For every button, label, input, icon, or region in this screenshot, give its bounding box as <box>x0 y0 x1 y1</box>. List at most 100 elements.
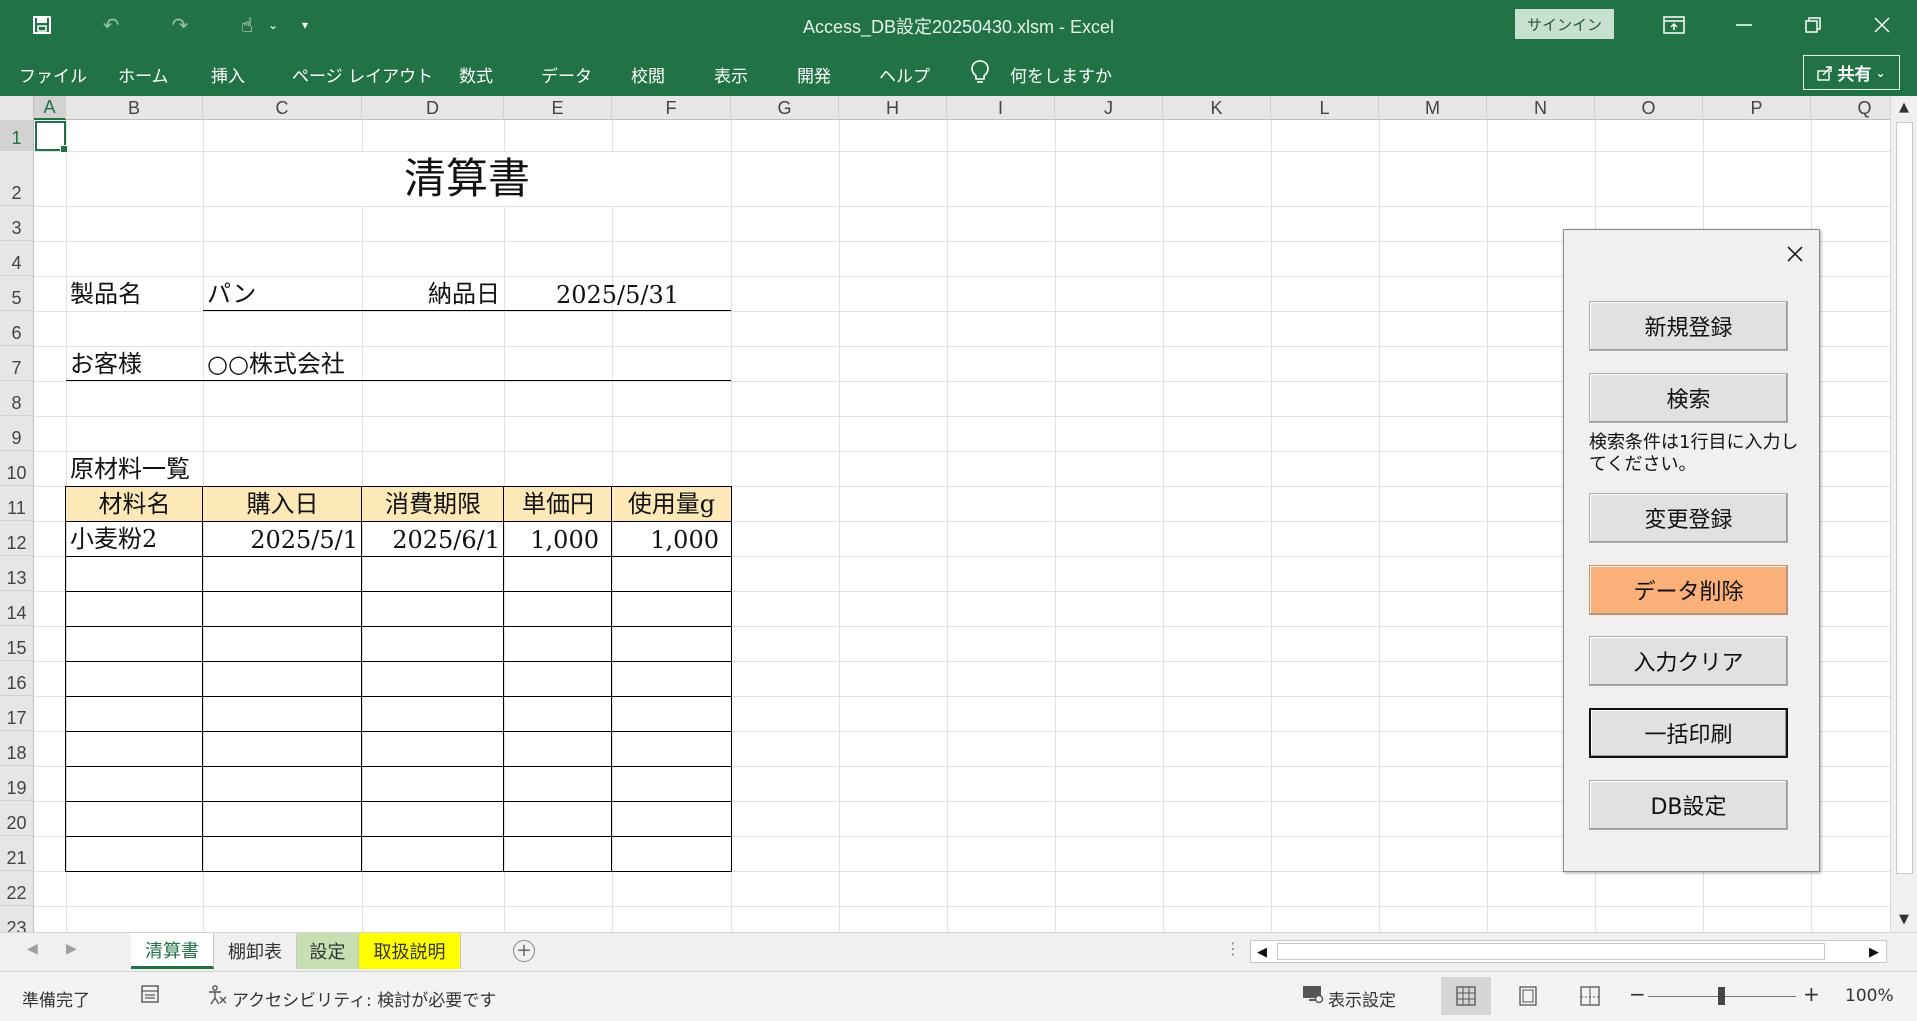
row-header-14[interactable]: 14 <box>0 591 34 626</box>
select-all-corner[interactable] <box>0 96 34 120</box>
table-header-material[interactable]: 材料名 <box>66 486 203 521</box>
sheet-tab-settings[interactable]: 設定 <box>297 933 359 969</box>
column-header-q[interactable]: Q <box>1811 96 1890 120</box>
tab-help[interactable]: ヘルプ <box>879 62 930 87</box>
row-header-19[interactable]: 19 <box>0 766 34 801</box>
tab-data[interactable]: データ <box>541 62 592 87</box>
column-header-b[interactable]: B <box>66 96 203 120</box>
delete-data-button[interactable]: データ削除 <box>1589 565 1788 615</box>
sheet-tab-inventory[interactable]: 棚卸表 <box>214 933 297 969</box>
column-header-g[interactable]: G <box>731 96 839 120</box>
table-cell-usage[interactable]: 1,000 <box>612 521 719 556</box>
table-cell-unit-price[interactable]: 1,000 <box>504 521 599 556</box>
column-header-e[interactable]: E <box>504 96 612 120</box>
delivery-value[interactable]: 2025/5/31 <box>504 276 731 311</box>
db-settings-button[interactable]: DB設定 <box>1589 780 1788 830</box>
customer-value[interactable]: ○○株式会社 <box>207 346 345 381</box>
macro-record-icon[interactable] <box>140 984 160 1009</box>
prev-sheet-icon[interactable]: ◀ <box>27 941 38 957</box>
product-value[interactable]: パン <box>207 276 256 311</box>
table-cell-material[interactable]: 小麦粉2 <box>70 521 157 556</box>
page-break-preview-icon[interactable] <box>1565 977 1615 1015</box>
column-header-d[interactable]: D <box>362 96 504 120</box>
row-header-3[interactable]: 3 <box>0 206 34 241</box>
column-header-o[interactable]: O <box>1595 96 1703 120</box>
zoom-slider-thumb[interactable] <box>1718 987 1725 1005</box>
signin-button[interactable]: サインイン <box>1515 9 1614 39</box>
accessibility-status[interactable]: アクセシビリティ: 検討が必要です <box>232 986 496 1011</box>
display-settings-label[interactable]: 表示設定 <box>1328 986 1396 1011</box>
row-header-1[interactable]: 1 <box>0 120 34 151</box>
clear-input-button[interactable]: 入力クリア <box>1589 636 1788 686</box>
tab-formulas[interactable]: 数式 <box>459 62 493 87</box>
row-header-20[interactable]: 20 <box>0 801 34 836</box>
materials-heading[interactable]: 原材料一覧 <box>70 451 190 486</box>
close-window-icon[interactable] <box>1865 10 1899 40</box>
tab-page-layout[interactable]: ページ レイアウト <box>292 62 433 87</box>
scroll-right-icon[interactable]: ▶ <box>1864 942 1884 962</box>
tab-home[interactable]: ホーム <box>118 62 169 87</box>
batch-print-button[interactable]: 一括印刷 <box>1589 708 1788 758</box>
column-header-m[interactable]: M <box>1379 96 1487 120</box>
vertical-scrollbar[interactable]: ▲ ▼ <box>1890 96 1917 932</box>
table-header-unit-price[interactable]: 単価円 <box>504 486 612 521</box>
table-header-purchase-date[interactable]: 購入日 <box>203 486 362 521</box>
table-header-expiry[interactable]: 消費期限 <box>362 486 504 521</box>
lightbulb-icon[interactable] <box>970 59 990 90</box>
row-header-11[interactable]: 11 <box>0 486 34 521</box>
tell-me-search[interactable]: 何をしますか <box>1010 62 1112 87</box>
column-header-c[interactable]: C <box>203 96 362 120</box>
scroll-left-icon[interactable]: ◀ <box>1252 942 1272 962</box>
scroll-up-icon[interactable]: ▲ <box>1895 98 1913 116</box>
zoom-out-icon[interactable]: − <box>1629 982 1646 1006</box>
row-header-9[interactable]: 9 <box>0 416 34 451</box>
row-header-7[interactable]: 7 <box>0 346 34 381</box>
column-header-f[interactable]: F <box>612 96 731 120</box>
accessibility-icon[interactable] <box>206 984 228 1011</box>
row-header-23[interactable]: 23 <box>0 906 34 932</box>
zoom-level[interactable]: 100% <box>1845 986 1894 1006</box>
restore-icon[interactable] <box>1796 10 1830 40</box>
update-register-button[interactable]: 変更登録 <box>1589 493 1788 543</box>
row-header-16[interactable]: 16 <box>0 661 34 696</box>
row-header-8[interactable]: 8 <box>0 381 34 416</box>
tab-view[interactable]: 表示 <box>714 62 748 87</box>
page-layout-view-icon[interactable] <box>1503 977 1553 1015</box>
product-label[interactable]: 製品名 <box>70 276 142 311</box>
row-header-21[interactable]: 21 <box>0 836 34 871</box>
scroll-down-icon[interactable]: ▼ <box>1895 910 1913 928</box>
column-header-j[interactable]: J <box>1055 96 1163 120</box>
table-cell-expiry[interactable]: 2025/6/1 <box>362 521 500 556</box>
tab-splitter-icon[interactable]: ⋮ <box>1225 939 1241 958</box>
sheet-tab-settlement[interactable]: 清算書 <box>131 933 214 969</box>
share-button[interactable]: 共有 ⌄ <box>1803 55 1900 90</box>
column-header-p[interactable]: P <box>1703 96 1811 120</box>
tab-developer[interactable]: 開発 <box>797 62 831 87</box>
row-header-15[interactable]: 15 <box>0 626 34 661</box>
tab-insert[interactable]: 挿入 <box>211 62 245 87</box>
ribbon-display-options-icon[interactable] <box>1657 10 1691 40</box>
row-header-2[interactable]: 2 <box>0 151 34 206</box>
row-header-17[interactable]: 17 <box>0 696 34 731</box>
row-header-10[interactable]: 10 <box>0 451 34 486</box>
customer-label[interactable]: お客様 <box>70 346 142 381</box>
minimize-icon[interactable] <box>1727 10 1761 40</box>
new-register-button[interactable]: 新規登録 <box>1589 301 1788 351</box>
table-header-usage[interactable]: 使用量g <box>612 486 731 521</box>
row-header-18[interactable]: 18 <box>0 731 34 766</box>
close-icon[interactable] <box>1783 242 1807 266</box>
sheet-title[interactable]: 清算書 <box>203 152 731 206</box>
row-header-6[interactable]: 6 <box>0 311 34 346</box>
normal-view-icon[interactable] <box>1441 977 1491 1015</box>
vertical-scroll-thumb[interactable] <box>1896 122 1913 874</box>
row-header-4[interactable]: 4 <box>0 241 34 276</box>
column-header-n[interactable]: N <box>1487 96 1595 120</box>
next-sheet-icon[interactable]: ▶ <box>66 941 77 957</box>
tab-file[interactable]: ファイル <box>19 62 87 87</box>
column-header-h[interactable]: H <box>839 96 947 120</box>
table-cell-purchase-date[interactable]: 2025/5/1 <box>203 521 358 556</box>
row-header-22[interactable]: 22 <box>0 871 34 906</box>
search-button[interactable]: 検索 <box>1589 373 1788 423</box>
column-header-a[interactable]: A <box>34 96 66 120</box>
add-sheet-icon[interactable]: + <box>513 940 535 962</box>
